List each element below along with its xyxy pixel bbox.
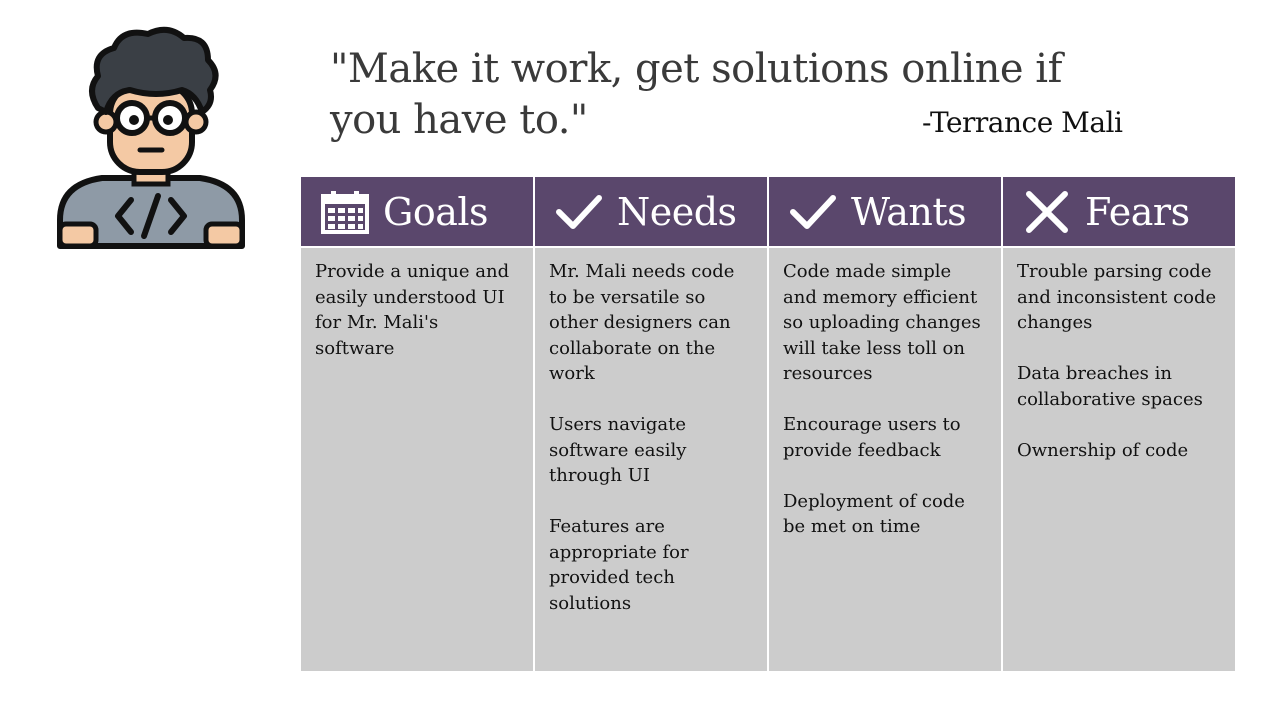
check-icon <box>789 190 837 234</box>
column-header-goals: Goals <box>301 177 533 246</box>
column-header-fears: Fears <box>1003 177 1235 246</box>
quote-author: -Terrance Mali <box>922 106 1123 139</box>
persona-table: Goals Needs Wants Fears Provide a unique… <box>301 177 1235 671</box>
fear-item: Trouble parsing code and inconsistent co… <box>1017 261 1217 333</box>
fear-item: Ownership of code <box>1017 439 1189 461</box>
column-header-needs: Needs <box>535 177 767 246</box>
column-body-fears: Trouble parsing code and inconsistent co… <box>1003 248 1235 671</box>
x-icon <box>1023 190 1071 234</box>
fear-item: Data breaches in collaborative spaces <box>1017 363 1203 410</box>
want-item: Code made simple and memory efficient so… <box>783 261 981 384</box>
want-item: Encourage users to provide feedback <box>783 414 961 461</box>
column-body-needs: Mr. Mali needs code to be versatile so o… <box>535 248 767 671</box>
column-title-needs: Needs <box>617 189 737 234</box>
column-title-goals: Goals <box>383 189 489 234</box>
check-icon <box>555 190 603 234</box>
column-body-wants: Code made simple and memory efficient so… <box>769 248 1001 671</box>
developer-avatar-icon <box>57 26 245 249</box>
want-item: Deployment of code be met on time <box>783 490 965 538</box>
column-body-goals: Provide a unique and easily understood U… <box>301 248 533 671</box>
calendar-icon <box>321 190 369 234</box>
need-item: Mr. Mali needs code to be versatile so o… <box>549 261 735 384</box>
need-item: Features are appropriate for provided te… <box>549 516 689 614</box>
column-header-wants: Wants <box>769 177 1001 246</box>
column-title-fears: Fears <box>1085 189 1190 234</box>
need-item: Users navigate software easily through U… <box>549 414 687 486</box>
goal-item: Provide a unique and easily understood U… <box>315 261 510 359</box>
column-title-wants: Wants <box>851 189 967 234</box>
